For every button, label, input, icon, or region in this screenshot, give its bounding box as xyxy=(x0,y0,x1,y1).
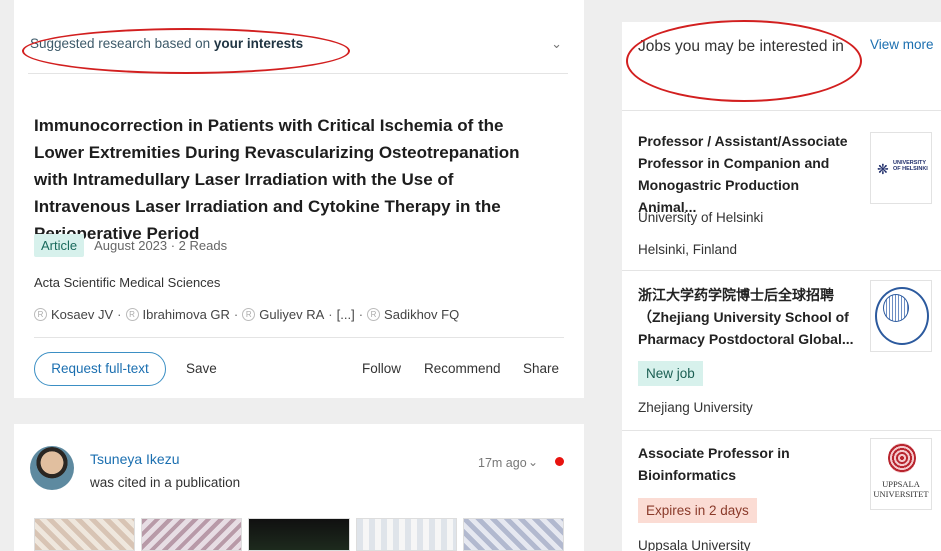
chevron-down-icon[interactable]: ⌄ xyxy=(528,455,538,469)
job-organization: Uppsala University xyxy=(638,538,751,551)
activity-time: 17m ago xyxy=(478,456,527,470)
zhejiang-university-logo[interactable] xyxy=(870,280,932,352)
new-job-badge: New job xyxy=(638,361,703,386)
publication-type-badge: Article xyxy=(34,233,85,257)
user-name-link[interactable]: Tsuneya Ikezu xyxy=(90,451,180,467)
publication-title[interactable]: Immunocorrection in Patients with Critic… xyxy=(34,112,554,247)
unread-indicator xyxy=(555,457,564,466)
feed-column: Suggested research based on your interes… xyxy=(14,0,584,551)
helsinki-emblem-icon: ❋ xyxy=(877,161,889,177)
figure-thumbnail[interactable] xyxy=(141,518,243,551)
activity-card: Tsuneya Ikezu was cited in a publication… xyxy=(14,424,584,551)
save-button[interactable]: Save xyxy=(186,361,217,376)
divider xyxy=(34,337,564,338)
author-icon: R xyxy=(34,308,47,321)
uppsala-university-logo[interactable]: UPPSALA UNIVERSITET xyxy=(870,438,932,510)
figure-thumbnail[interactable] xyxy=(462,518,565,551)
author-icon: R xyxy=(125,308,139,321)
divider xyxy=(622,270,941,271)
annotation-circle xyxy=(626,20,862,102)
job-title-link[interactable]: Professor / Assistant/Associate Professo… xyxy=(638,130,858,218)
divider xyxy=(622,110,941,111)
figure-thumbnails xyxy=(34,518,565,551)
chevron-down-icon[interactable]: ⌄ xyxy=(551,36,562,52)
follow-button[interactable]: Follow xyxy=(362,361,401,376)
job-title-link[interactable]: 浙江大学药学院博士后全球招聘 （Zhejiang University Scho… xyxy=(638,284,858,350)
publication-meta: Article August 2023 · 2 Reads xyxy=(34,233,227,257)
author-icon: R xyxy=(367,308,381,321)
publication-date-reads: August 2023 · 2 Reads xyxy=(94,237,228,253)
logo-wordmark: UPPSALA UNIVERSITET xyxy=(873,479,929,499)
author-link[interactable]: Kosaev JV xyxy=(51,307,113,322)
seal-emblem xyxy=(883,294,909,322)
figure-thumbnail[interactable] xyxy=(355,518,457,551)
university-seal-icon xyxy=(888,443,916,473)
jobs-panel: Jobs you may be interested in View more … xyxy=(622,20,941,551)
job-organization: Zhejiang University xyxy=(638,400,753,415)
request-full-text-button[interactable]: Request full-text xyxy=(34,352,166,386)
annotation-circle xyxy=(22,28,350,74)
journal-name: Acta Scientific Medical Sciences xyxy=(34,275,221,290)
share-button[interactable]: Share xyxy=(523,361,559,376)
job-location: Helsinki, Finland xyxy=(638,242,738,257)
divider xyxy=(622,430,941,431)
avatar[interactable] xyxy=(30,446,74,490)
author-link[interactable]: Ibrahimova GR xyxy=(143,307,230,322)
author-list: R Kosaev JV · R Ibrahimova GR · R Guliyev R… xyxy=(34,307,459,322)
view-more-link[interactable]: View more xyxy=(870,37,934,52)
job-organization: University of Helsinki xyxy=(638,210,764,225)
figure-thumbnail[interactable] xyxy=(34,518,136,551)
university-of-helsinki-logo[interactable]: ❋ UNIVERSITY OF HELSINKI xyxy=(870,132,932,204)
logo-wordmark: UNIVERSITY OF HELSINKI xyxy=(893,160,928,172)
publication-card: Suggested research based on your interes… xyxy=(14,0,584,398)
author-icon: R xyxy=(242,308,256,321)
more-authors-link[interactable]: [...] xyxy=(337,307,355,322)
expires-badge: Expires in 2 days xyxy=(638,498,757,523)
job-title-link[interactable]: Associate Professor in Bioinformatics xyxy=(638,442,858,486)
author-link[interactable]: Sadikhov FQ xyxy=(384,307,459,322)
figure-thumbnail[interactable] xyxy=(248,518,350,551)
suggested-research-header[interactable]: Suggested research based on your interes… xyxy=(22,22,568,74)
author-link[interactable]: Guliyev RA xyxy=(259,307,324,322)
recommend-button[interactable]: Recommend xyxy=(424,361,501,376)
activity-text: was cited in a publication xyxy=(90,475,241,490)
